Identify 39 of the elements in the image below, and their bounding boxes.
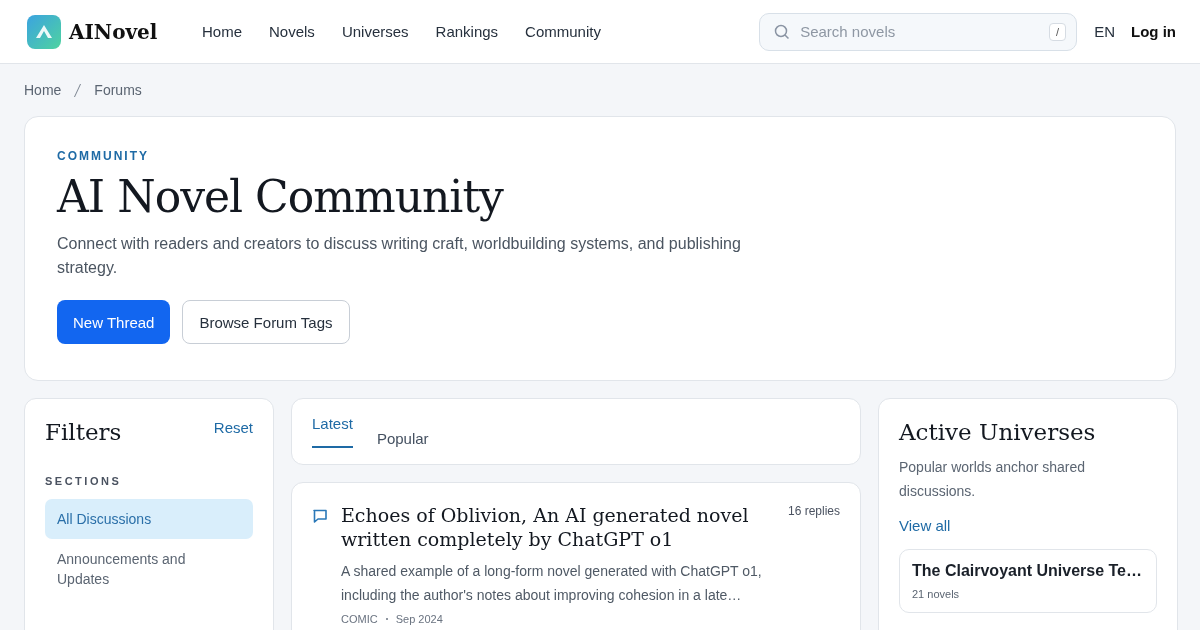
shortcut-key: /	[1049, 22, 1067, 41]
universes-description: Popular worlds anchor shared discussions.	[899, 458, 1086, 501]
reply-count: 16 replies	[787, 504, 840, 518]
novel-count: 21 novels	[912, 588, 961, 600]
eyebrow-label: COMMUNITY	[57, 149, 150, 163]
reset-link[interactable]: Reset	[213, 419, 253, 436]
filter-item[interactable]: All Discussions	[45, 499, 253, 539]
browse-tags-button[interactable]: Browse Forum Tags	[182, 300, 350, 344]
tab[interactable]: Popular	[376, 399, 429, 447]
nav-link[interactable]: Community	[525, 23, 601, 40]
thread-tag: COMIC	[341, 613, 378, 625]
chat-bubble-icon	[312, 508, 328, 524]
hero-description: Connect with readers and creators to discuss writing craft, worldbuilding systems, and publishing strategy.	[57, 234, 742, 278]
page-title: AI Novel Community	[57, 171, 505, 222]
thread-excerpt: A shared example of a long-form novel generated with ChatGPT o1, including the author's notes about improving cohesion in a late…	[341, 562, 763, 605]
view-all-link[interactable]: View all	[899, 517, 951, 534]
logo-text[interactable]: AINovel	[69, 19, 158, 44]
logo-icon	[27, 14, 61, 49]
search-icon	[774, 23, 791, 40]
section-label: SECTIONS	[45, 475, 123, 487]
universe-name: The Clairvoyant Universe Te…	[912, 562, 1143, 580]
login-link[interactable]: Log in	[1131, 23, 1176, 40]
search-input[interactable]: Search novels	[798, 22, 1042, 41]
filter-item[interactable]: Announcements and Updates	[45, 539, 253, 599]
search-field[interactable]: Search novels /	[759, 12, 1078, 51]
nav-link[interactable]: Rankings	[435, 23, 499, 40]
nav-link[interactable]: Universes	[341, 23, 409, 40]
nav-link[interactable]: Home	[202, 23, 242, 40]
breadcrumb-link[interactable]: Home	[24, 82, 62, 98]
new-thread-button[interactable]: New Thread	[57, 300, 171, 344]
universes-title: Active Universes	[899, 419, 1097, 445]
filters-title: Filters	[45, 419, 122, 445]
thread-title[interactable]: Echoes of Oblivion, An AI generated novel written completely by ChatGPT o1	[341, 503, 768, 551]
breadcrumb-link[interactable]: Forums	[94, 82, 142, 98]
language-button[interactable]: EN	[1094, 23, 1115, 40]
thread-date: Sep 2024	[395, 613, 443, 625]
tab[interactable]: Latest	[312, 399, 353, 448]
nav-link[interactable]: Novels	[269, 23, 315, 40]
universe-card[interactable]: The Clairvoyant Universe Te… 21 novels	[899, 549, 1157, 613]
